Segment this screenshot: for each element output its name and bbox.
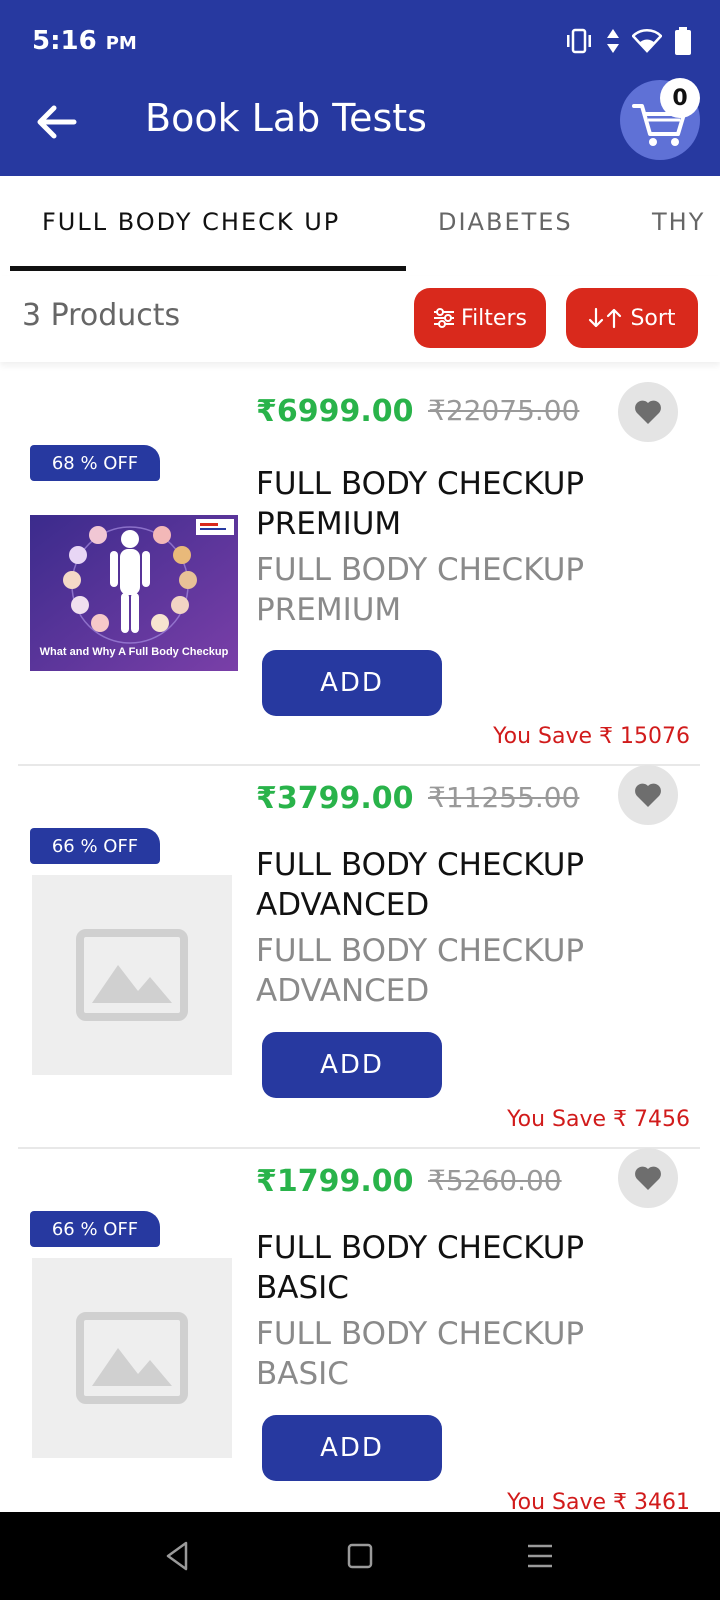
sort-arrows-icon [589, 307, 622, 329]
product-card: 66 % OFF ₹3799.00 ₹11255.00 FULL BODY CH… [18, 765, 700, 1147]
heart-icon [635, 1166, 661, 1190]
product-price: ₹3799.00 [256, 781, 414, 816]
product-name: FULL BODY CHECKUP PREMIUM [256, 466, 585, 542]
page-title: Book Lab Tests [145, 96, 427, 140]
sort-label: Sort [630, 305, 676, 331]
tab-full-body-check-up[interactable]: FULL BODY CHECK UP [42, 208, 340, 236]
battery-icon [675, 27, 691, 55]
add-button[interactable]: ADD [262, 1032, 442, 1098]
sort-button[interactable]: Sort [566, 288, 698, 348]
data-arrows-icon [607, 29, 619, 53]
status-time: 5:16 PM [32, 26, 137, 56]
tab-thyroid[interactable]: THY [652, 208, 705, 236]
status-icons [564, 26, 692, 56]
active-tab-indicator [10, 266, 406, 271]
status-time-ampm: PM [105, 33, 137, 54]
cart-count-badge: 0 [660, 78, 700, 118]
status-time-value: 5:16 [32, 26, 97, 56]
tab-diabetes[interactable]: DIABETES [438, 208, 573, 236]
discount-badge: 66 % OFF [30, 828, 160, 864]
savings-text: You Save ₹ 15076 [493, 724, 690, 749]
product-image-caption: What and Why A Full Body Checkup [40, 646, 229, 658]
image-placeholder-icon [76, 1312, 188, 1404]
nav-back-icon[interactable] [160, 1538, 196, 1574]
vibrate-icon [567, 28, 591, 54]
product-mrp: ₹11255.00 [428, 781, 580, 814]
back-arrow-icon[interactable] [30, 96, 82, 148]
heart-icon [635, 400, 661, 424]
discount-badge: 66 % OFF [30, 1211, 160, 1247]
filters-button[interactable]: Filters [414, 288, 546, 348]
product-mrp: ₹5260.00 [428, 1164, 562, 1197]
system-nav-bar [0, 1512, 720, 1600]
image-placeholder[interactable] [32, 1258, 232, 1458]
savings-text: You Save ₹ 7456 [507, 1107, 690, 1132]
product-price: ₹1799.00 [256, 1164, 414, 1199]
product-subtitle: FULL BODY CHECKUP ADVANCED [256, 933, 585, 1009]
wishlist-button[interactable] [618, 765, 678, 825]
category-tabs: FULL BODY CHECK UP DIABETES THY [0, 176, 720, 272]
product-subtitle: FULL BODY CHECKUP BASIC [256, 1316, 585, 1392]
wishlist-button[interactable] [618, 382, 678, 442]
product-name: FULL BODY CHECKUP ADVANCED [256, 847, 585, 923]
product-name: FULL BODY CHECKUP BASIC [256, 1230, 585, 1306]
products-toolbar: 3 Products Filters Sort [0, 276, 720, 362]
product-card: 68 % OFF What and Why A Full Body Checku… [18, 382, 700, 764]
wishlist-button[interactable] [618, 1148, 678, 1208]
image-placeholder-icon [76, 929, 188, 1021]
nav-home-icon[interactable] [342, 1538, 378, 1574]
product-image[interactable]: What and Why A Full Body Checkup [30, 515, 238, 671]
add-button[interactable]: ADD [262, 1415, 442, 1481]
product-price: ₹6999.00 [256, 394, 414, 429]
nav-menu-icon[interactable] [522, 1538, 558, 1574]
image-placeholder[interactable] [32, 875, 232, 1075]
filters-label: Filters [461, 305, 527, 331]
add-button[interactable]: ADD [262, 650, 442, 716]
app-header: 5:16 PM Book Lab Tests [0, 0, 720, 176]
filter-sliders-icon [434, 308, 455, 328]
product-count: 3 Products [22, 298, 181, 333]
product-card: 66 % OFF ₹1799.00 ₹5260.00 FULL BODY CHE… [18, 1148, 700, 1530]
heart-icon [635, 783, 661, 807]
wifi-icon [632, 29, 662, 53]
discount-badge: 68 % OFF [30, 445, 160, 481]
product-subtitle: FULL BODY CHECKUP PREMIUM [256, 552, 585, 628]
product-mrp: ₹22075.00 [428, 394, 580, 427]
